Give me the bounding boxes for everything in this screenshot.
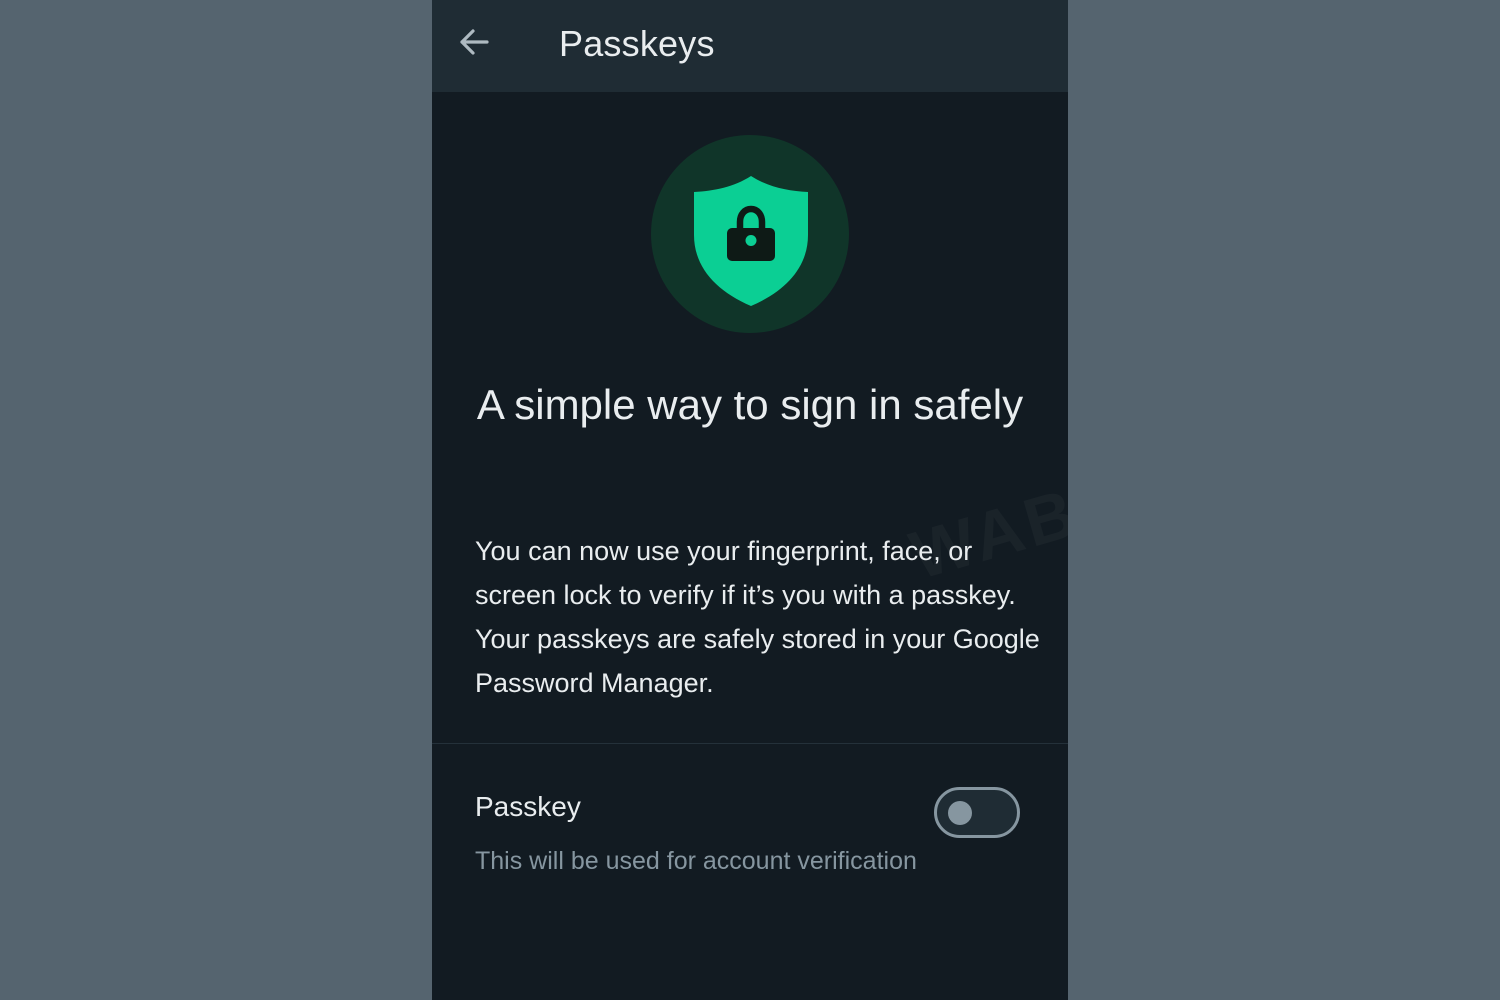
setting-label: Passkey <box>475 791 581 822</box>
back-button[interactable] <box>454 22 494 62</box>
arrow-left-icon <box>460 29 489 55</box>
shield-lock-icon <box>694 176 808 306</box>
phone-screen: Passkeys A simple way to sign in safely … <box>432 0 1068 1000</box>
toggle-knob <box>948 801 972 825</box>
headline: A simple way to sign in safely <box>476 381 1024 428</box>
page-title: Passkeys <box>559 23 715 64</box>
description-text: You can now use your fingerprint, face, … <box>475 536 1040 698</box>
setting-sublabel: This will be used for account verificati… <box>475 847 917 875</box>
app-bar: Passkeys <box>432 0 1068 92</box>
passkey-toggle[interactable] <box>934 787 1020 838</box>
hero-icon-circle <box>651 135 849 333</box>
passkey-setting-row[interactable]: Passkey This will be used for account ve… <box>432 744 1068 904</box>
